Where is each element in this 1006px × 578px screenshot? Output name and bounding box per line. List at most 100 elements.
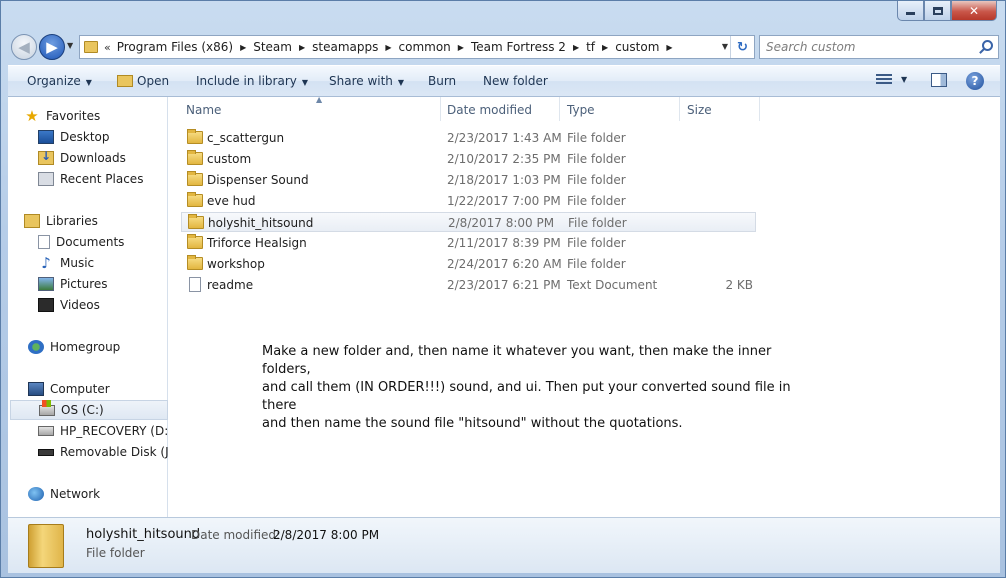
sidebar-item-libraries[interactable]: Libraries [24,211,182,231]
table-row[interactable]: workshop 2/24/2017 6:20 AM File folder [181,254,756,274]
minimize-icon [906,12,915,15]
breadcrumb-chevron-icon[interactable]: ▶ [385,43,391,52]
maximize-icon [932,6,943,15]
table-row[interactable]: holyshit_hitsound 2/8/2017 8:00 PM File fo… [181,212,756,232]
address-bar[interactable]: « Program Files (x86) ▶ Steam ▶ steamapps ▶… [79,35,755,59]
close-button[interactable]: ✕ [951,1,997,21]
breadcrumb-item[interactable]: Program Files (x86) [117,40,233,54]
organize-button[interactable]: Organize ▼ [27,74,92,88]
column-header-size[interactable]: Size [680,97,760,121]
view-options-dropdown[interactable]: ▼ [901,75,907,84]
chevron-down-icon: ▼ [85,78,92,87]
column-header-type[interactable]: Type [560,97,680,121]
details-item-name: holyshit_hitsound [86,527,201,542]
network-icon [28,487,44,501]
breadcrumb-item[interactable]: custom [615,40,659,54]
maximize-button[interactable] [924,1,951,21]
sort-ascending-icon: ▲ [316,95,323,104]
table-row[interactable]: readme 2/23/2017 6:21 PM Text Document 2 KB [181,275,756,295]
instruction-line: and call them (IN ORDER!!!) sound, and u… [262,380,791,413]
share-with-button[interactable]: Share with ▼ [329,74,404,88]
sidebar-item-label: Desktop [60,130,110,144]
folder-icon [187,234,203,249]
file-type: File folder [567,152,626,166]
desktop-icon [38,130,54,144]
file-name: holyshit_hitsound [208,216,314,230]
chevron-down-icon: ▼ [397,78,405,87]
preview-pane-icon[interactable] [931,73,947,87]
help-icon[interactable]: ? [966,72,984,90]
table-row[interactable]: eve hud 1/22/2017 7:00 PM File folder [181,191,756,211]
removable-disk-icon [38,448,54,456]
open-button[interactable]: Open [117,74,169,88]
drive-icon [38,426,54,436]
breadcrumb-item[interactable]: steamapps [312,40,378,54]
file-date-modified: 2/8/2017 8:00 PM [448,216,555,230]
instruction-line: and then name the sound file "hitsound" … [262,416,683,431]
breadcrumb-item[interactable]: tf [586,40,595,54]
new-folder-button[interactable]: New folder [483,74,548,88]
sidebar-item-computer[interactable]: Computer [28,379,186,399]
table-row[interactable]: Triforce Healsign 2/11/2017 8:39 PM File f… [181,233,756,253]
breadcrumb-item[interactable]: Steam [253,40,292,54]
computer-icon [28,382,44,396]
file-type: File folder [567,173,626,187]
back-button[interactable]: ◀ [11,34,37,60]
pictures-icon [38,277,54,291]
file-type: File folder [567,236,626,250]
sidebar-item-label: Favorites [46,109,101,123]
open-folder-icon [117,75,133,87]
file-date-modified: 1/22/2017 7:00 PM [447,194,561,208]
file-type: File folder [567,131,626,145]
address-history-dropdown[interactable]: ▼ [722,42,728,51]
instruction-line: Make a new folder and, then name it what… [262,344,772,377]
table-row[interactable]: custom 2/10/2017 2:35 PM File folder [181,149,756,169]
breadcrumb-item[interactable]: Team Fortress 2 [471,40,566,54]
details-modified-value: 2/8/2017 8:00 PM [273,528,380,542]
file-list: ▲ Name Date modified Type Size c_scatterg… [168,95,1000,517]
refresh-icon: ↻ [737,39,748,55]
breadcrumb-chevron-icon[interactable]: ▶ [573,43,579,52]
change-view-icon[interactable] [876,74,892,86]
sidebar-item-homegroup[interactable]: Homegroup [28,337,186,357]
column-header-name[interactable]: ▲ Name [179,95,441,121]
open-label: Open [137,74,170,88]
file-date-modified: 2/18/2017 1:03 PM [447,173,561,187]
table-row[interactable]: c_scattergun 2/23/2017 1:43 AM File folder [181,128,756,148]
breadcrumb-chevron-icon[interactable]: ▶ [666,43,672,52]
search-box [759,35,999,59]
breadcrumb-item[interactable]: common [399,40,451,54]
include-in-library-button[interactable]: Include in library ▼ [196,74,308,88]
navigation-pane: ★ Favorites Desktop Downloads Recent Plac… [8,97,177,517]
sidebar-item-favorites[interactable]: ★ Favorites [24,106,182,126]
search-icon[interactable] [982,40,993,51]
folder-icon [187,171,203,186]
sidebar-item-label: Videos [60,298,100,312]
breadcrumb-chevron-icon[interactable]: ▶ [240,43,246,52]
table-row[interactable]: Dispenser Sound 2/18/2017 1:03 PM File fol… [181,170,756,190]
breadcrumb-chevron-icon[interactable]: ▶ [602,43,608,52]
sidebar-item-network[interactable]: Network [28,484,186,504]
recent-pages-dropdown[interactable]: ▼ [67,41,73,50]
file-name: eve hud [207,194,256,208]
minimize-button[interactable] [897,1,924,21]
column-header-date-modified[interactable]: Date modified [440,97,560,121]
recent-places-icon [38,172,54,186]
column-header-label: Name [186,103,222,117]
breadcrumb-chevron-icon[interactable]: ▶ [458,43,464,52]
breadcrumb-chevron-icon[interactable]: ▶ [299,43,305,52]
sidebar-item-label: Computer [50,382,110,396]
breadcrumb-overflow[interactable]: « [104,41,111,54]
folder-icon [188,214,204,229]
caption-buttons: ✕ [897,1,997,21]
back-arrow-icon: ◀ [18,38,30,56]
folder-icon [187,150,203,165]
navigation-bar: ◀ ▶ ▼ « Program Files (x86) ▶ Steam ▶ stea… [9,33,999,61]
search-input[interactable] [766,37,976,57]
burn-button[interactable]: Burn [428,74,456,88]
forward-button[interactable]: ▶ [39,34,65,60]
sidebar-item-os-c[interactable]: OS (C:) [10,399,168,420]
refresh-button[interactable]: ↻ [730,36,754,58]
file-type: File folder [568,216,627,230]
file-type: File folder [567,194,626,208]
